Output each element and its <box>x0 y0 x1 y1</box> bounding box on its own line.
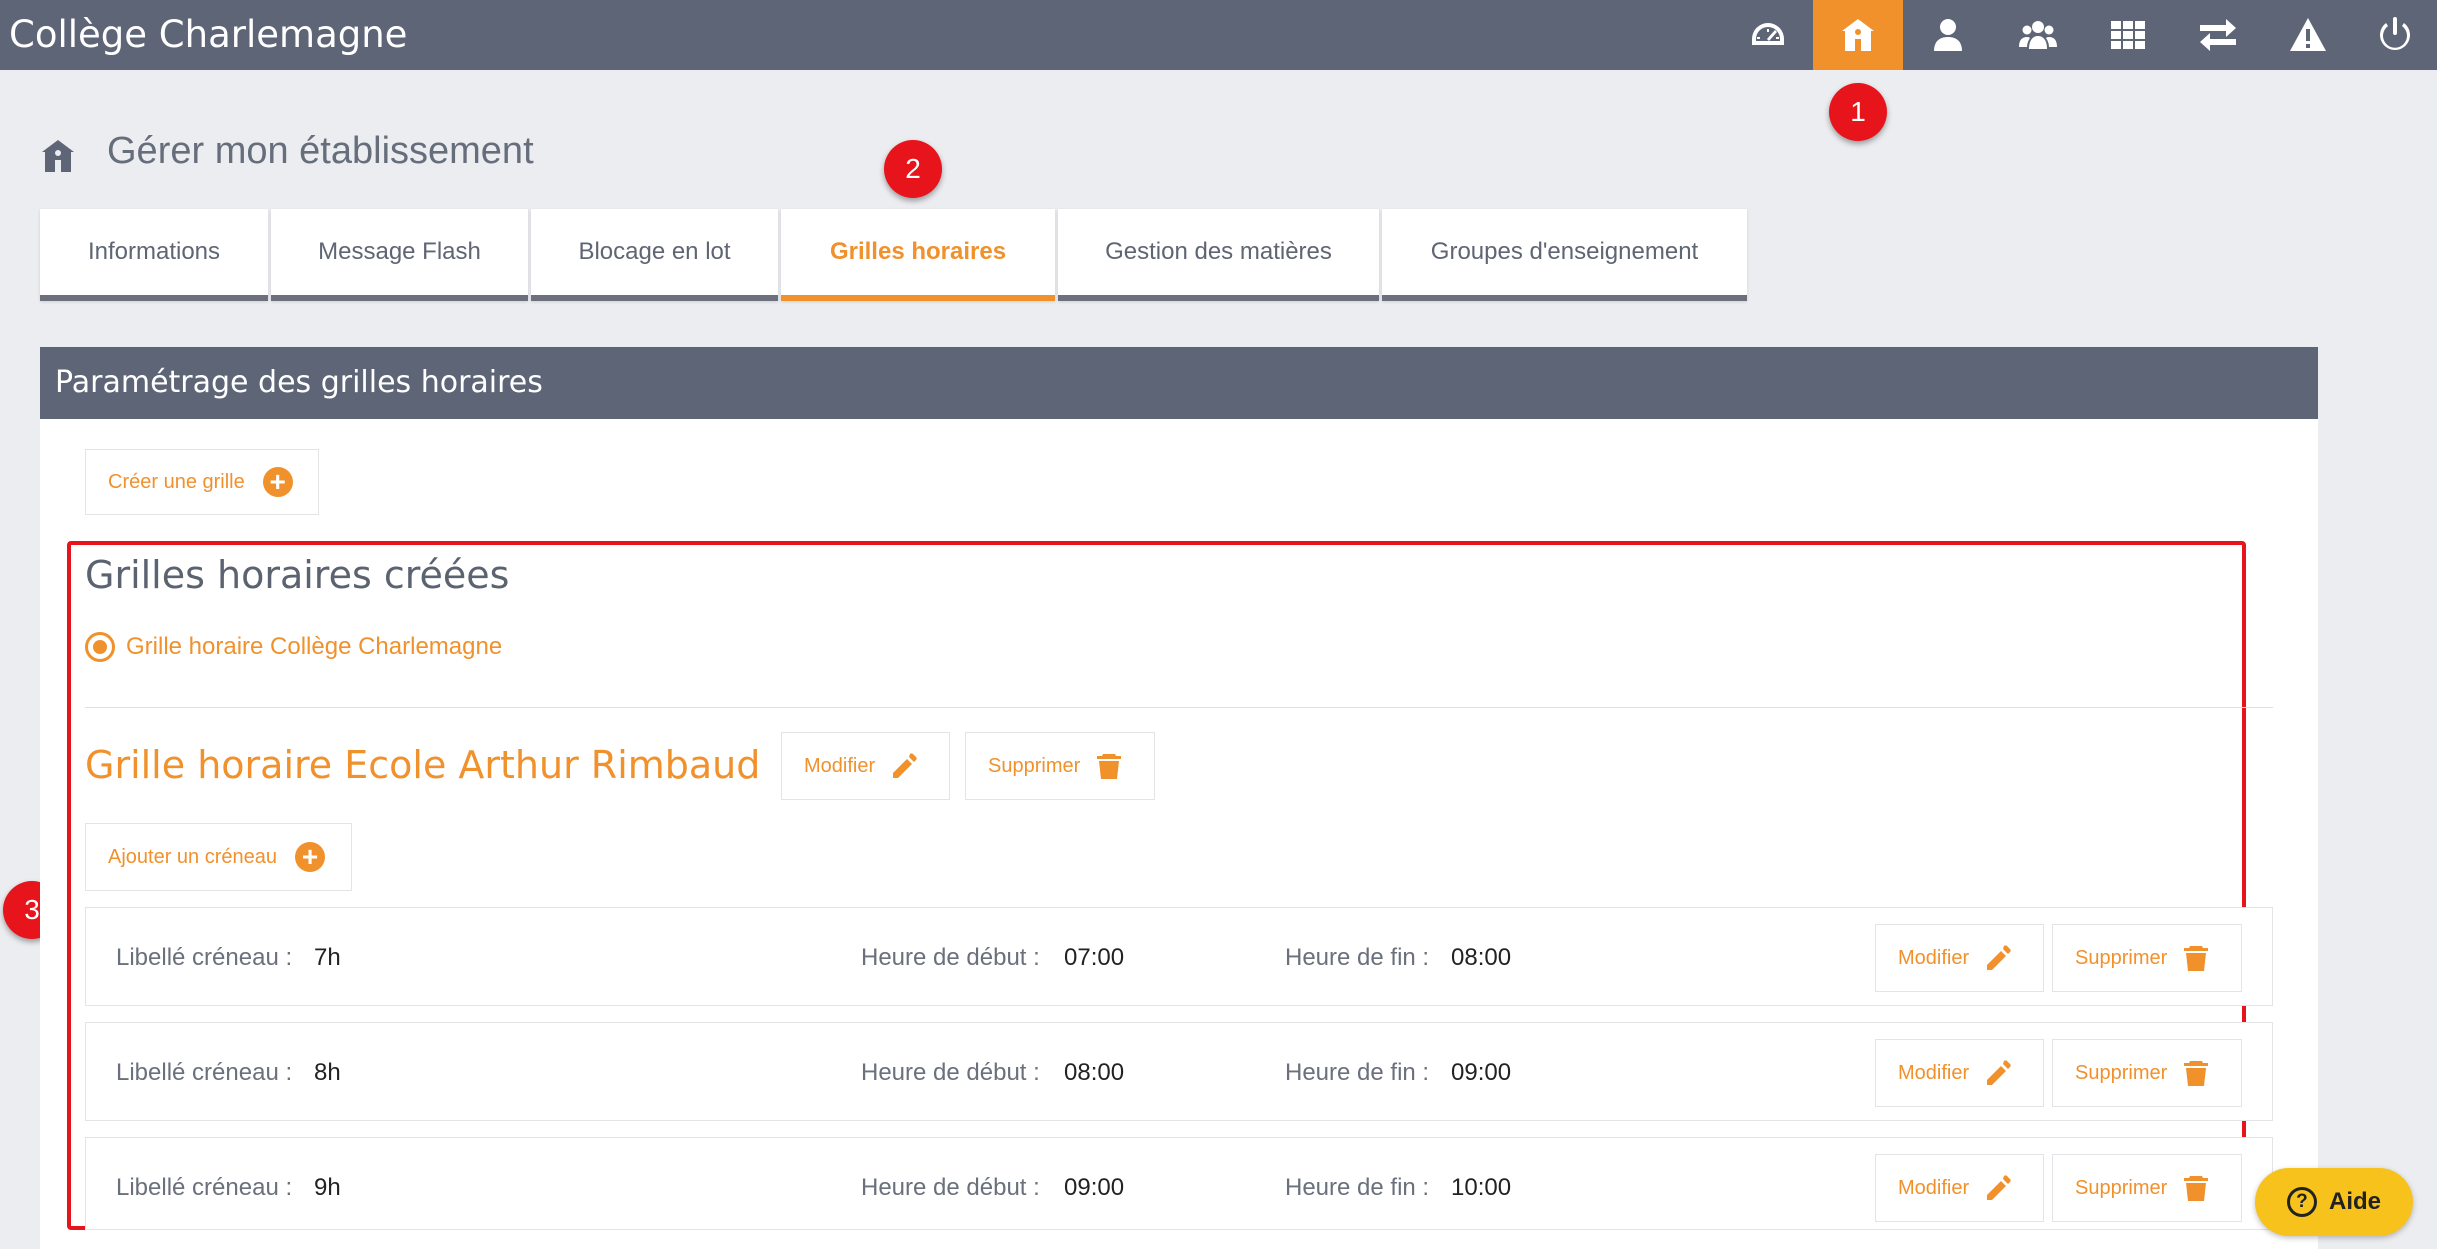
create-grid-button[interactable]: Créer une grille + <box>85 449 319 515</box>
tab-bar: Informations Message Flash Blocage en lo… <box>40 209 1750 301</box>
radio-grid-charlemagne[interactable] <box>85 632 115 662</box>
modify-label: Modifier <box>1898 946 1970 969</box>
modify-grid-button[interactable]: Modifier <box>781 732 950 800</box>
slot-row: Libellé créneau : 9h Heure de début : 09… <box>85 1137 2273 1230</box>
warning-icon <box>2290 18 2326 51</box>
slot-label: Libellé créneau : <box>116 944 293 971</box>
tab-groupes-enseignement[interactable]: Groupes d'enseignement <box>1382 209 1747 301</box>
section-title: Grilles horaires créées <box>85 553 510 597</box>
modify-label: Modifier <box>804 754 876 777</box>
nav-exchange[interactable] <box>2173 0 2263 70</box>
add-slot-label: Ajouter un créneau <box>108 845 278 868</box>
users-group-icon <box>2019 21 2057 49</box>
slot-start: 09:00 <box>1064 1174 1125 1201</box>
dashboard-gauge-icon <box>1752 23 1784 45</box>
nav-alerts[interactable] <box>2263 0 2353 70</box>
start-label: Heure de début : <box>861 1174 1040 1201</box>
delete-label: Supprimer <box>988 754 1081 777</box>
modify-label: Modifier <box>1898 1061 1970 1084</box>
power-icon <box>2380 17 2410 50</box>
nav-groups[interactable] <box>1993 0 2083 70</box>
slot-label: Libellé créneau : <box>116 1174 293 1201</box>
grid-title: Grille horaire Ecole Arthur Rimbaud <box>85 743 761 787</box>
radio-label[interactable]: Grille horaire Collège Charlemagne <box>126 632 502 662</box>
add-slot-button[interactable]: Ajouter un créneau + <box>85 823 352 891</box>
trash-icon <box>2184 946 2209 971</box>
grid-icon <box>2111 21 2145 49</box>
exchange-arrows-icon <box>2200 19 2236 51</box>
panel-title: Paramétrage des grilles horaires <box>40 347 2318 419</box>
user-icon <box>1934 19 1962 51</box>
pencil-icon <box>1987 945 2011 970</box>
end-label: Heure de fin : <box>1285 1059 1430 1086</box>
tab-informations[interactable]: Informations <box>40 209 268 301</box>
radio-dot <box>93 640 107 654</box>
slot-end: 09:00 <box>1451 1059 1512 1086</box>
annotation-badge-1: 1 <box>1829 83 1887 141</box>
end-label: Heure de fin : <box>1285 1174 1430 1201</box>
delete-label: Supprimer <box>2075 1061 2168 1084</box>
tab-gestion-des-matieres[interactable]: Gestion des matières <box>1058 209 1379 301</box>
pencil-icon <box>893 753 917 778</box>
slot-start: 08:00 <box>1064 1059 1125 1086</box>
slot-label: Libellé créneau : <box>116 1059 293 1086</box>
nav-establishment[interactable] <box>1813 0 1903 70</box>
page-title: Gérer mon établissement <box>107 130 534 172</box>
annotation-badge-2: 2 <box>884 140 942 198</box>
trash-icon <box>2184 1176 2209 1201</box>
nav-grid[interactable] <box>2083 0 2173 70</box>
tab-message-flash[interactable]: Message Flash <box>271 209 528 301</box>
divider <box>85 707 2273 708</box>
trash-icon <box>1097 754 1122 779</box>
modify-slot-button[interactable]: Modifier <box>1875 1154 2044 1222</box>
plus-circle-icon: + <box>295 842 326 872</box>
delete-label: Supprimer <box>2075 1176 2168 1199</box>
question-circle-icon: ? <box>2286 1187 2317 1217</box>
pencil-icon <box>1987 1060 2011 1085</box>
help-button[interactable]: ? Aide <box>2255 1168 2413 1236</box>
nav-dashboard[interactable] <box>1723 0 1813 70</box>
nav-user[interactable] <box>1903 0 1993 70</box>
pencil-icon <box>1987 1175 2011 1200</box>
end-label: Heure de fin : <box>1285 944 1430 971</box>
delete-grid-button[interactable]: Supprimer <box>965 732 1155 800</box>
delete-label: Supprimer <box>2075 946 2168 969</box>
modify-slot-button[interactable]: Modifier <box>1875 924 2044 992</box>
start-label: Heure de début : <box>861 1059 1040 1086</box>
slot-end: 10:00 <box>1451 1174 1512 1201</box>
top-bar: Collège Charlemagne <box>0 0 2437 70</box>
slot-row: Libellé créneau : 7h Heure de début : 07… <box>85 907 2273 1006</box>
slot-name: 9h <box>314 1174 341 1201</box>
slot-end: 08:00 <box>1451 944 1512 971</box>
create-grid-label: Créer une grille <box>108 470 245 493</box>
modify-slot-button[interactable]: Modifier <box>1875 1039 2044 1107</box>
slot-start: 07:00 <box>1064 944 1125 971</box>
tab-blocage-en-lot[interactable]: Blocage en lot <box>531 209 778 301</box>
slot-name: 7h <box>314 944 341 971</box>
start-label: Heure de début : <box>861 944 1040 971</box>
nav-logout[interactable] <box>2353 0 2437 70</box>
slot-row: Libellé créneau : 8h Heure de début : 08… <box>85 1022 2273 1121</box>
plus-circle-icon: + <box>262 467 293 497</box>
trash-icon <box>2184 1061 2209 1086</box>
delete-slot-button[interactable]: Supprimer <box>2052 1039 2242 1107</box>
tab-grilles-horaires[interactable]: Grilles horaires <box>781 209 1055 301</box>
school-building-icon <box>1842 19 1874 51</box>
modify-label: Modifier <box>1898 1176 1970 1199</box>
delete-slot-button[interactable]: Supprimer <box>2052 924 2242 992</box>
delete-slot-button[interactable]: Supprimer <box>2052 1154 2242 1222</box>
help-label: Aide <box>2328 1188 2381 1215</box>
school-building-icon <box>42 140 74 172</box>
slot-name: 8h <box>314 1059 341 1086</box>
app-title: Collège Charlemagne <box>9 13 408 56</box>
